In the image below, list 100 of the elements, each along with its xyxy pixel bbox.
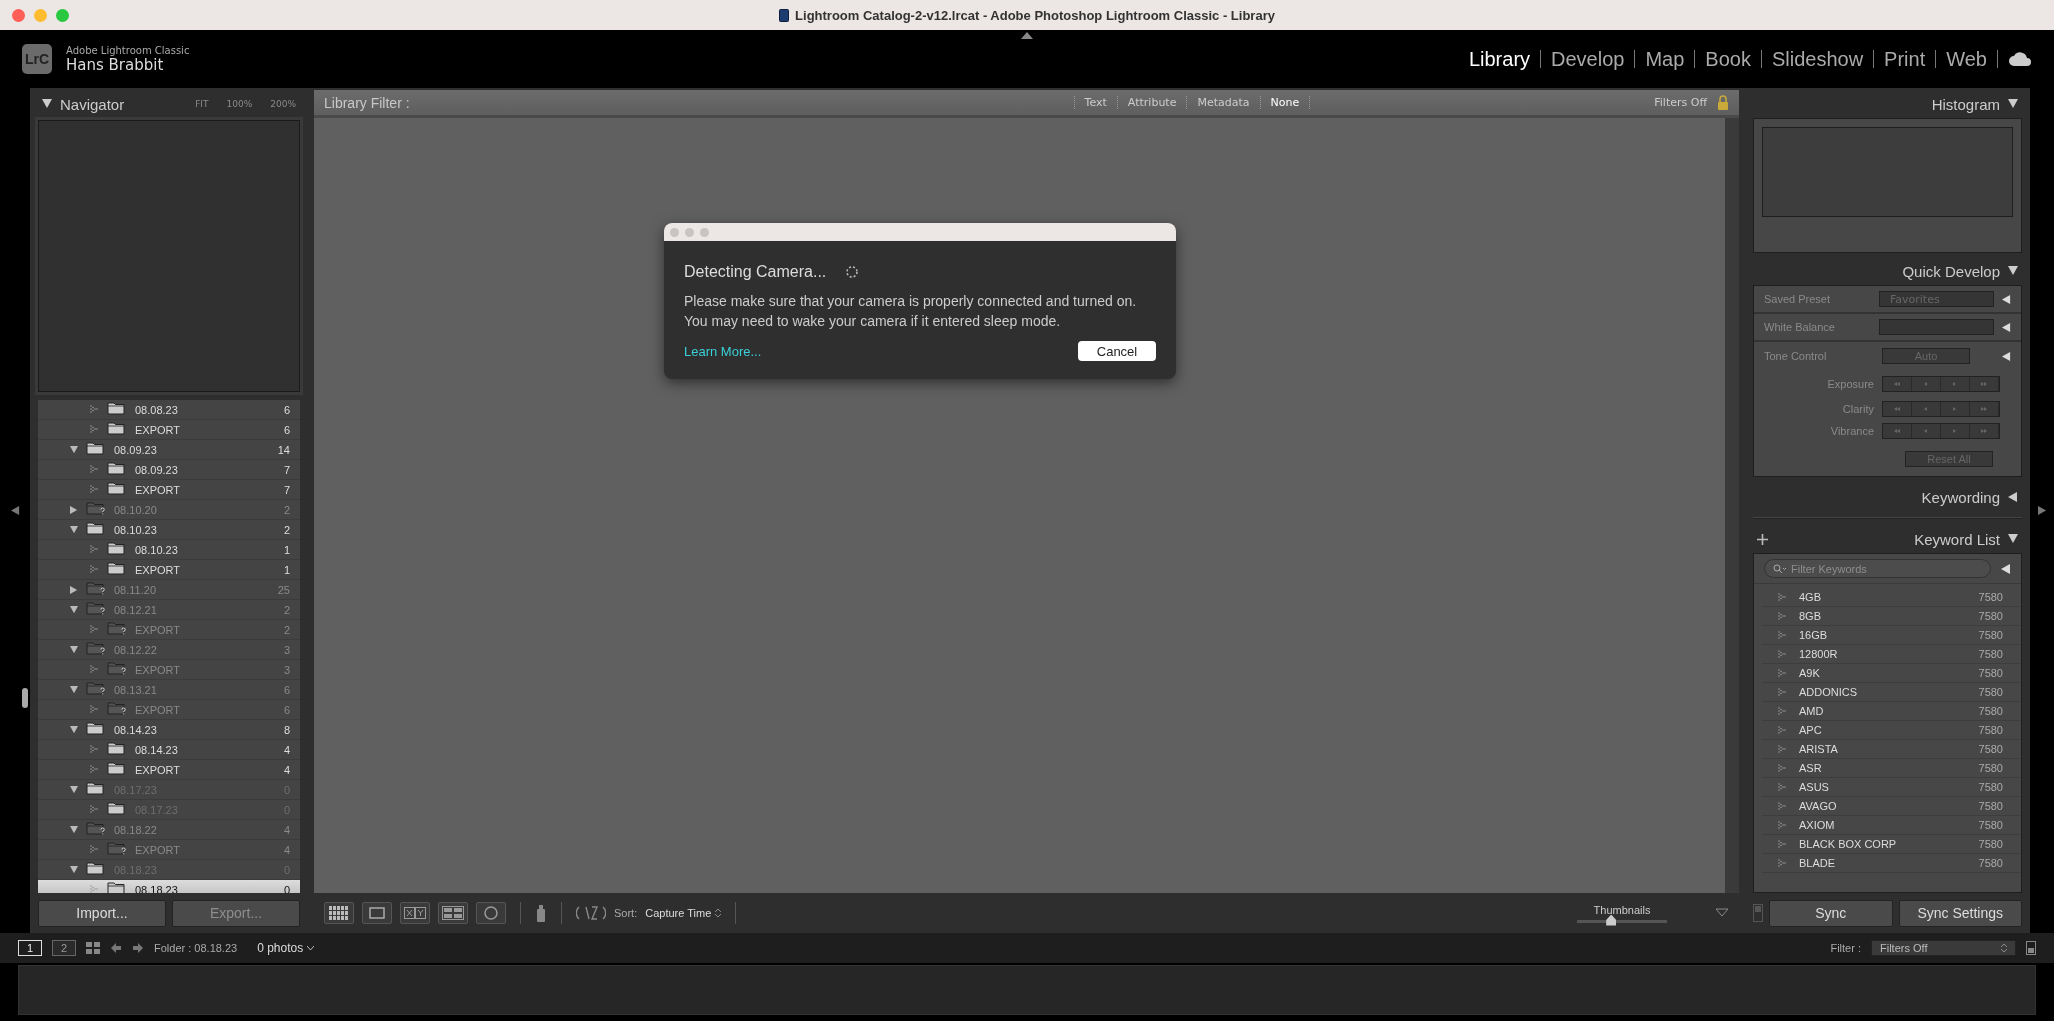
keyword-row[interactable]: AVAGO 7580: [1762, 797, 2021, 816]
disclosure-triangle-icon[interactable]: [70, 645, 78, 654]
leaf-arrow-icon[interactable]: [1778, 763, 1787, 773]
keyword-search-box[interactable]: Filter Keywords: [1764, 559, 1991, 578]
filter-tab[interactable]: Metadata: [1186, 96, 1260, 109]
cloud-icon[interactable]: [2008, 51, 2032, 67]
disclosure-triangle-icon[interactable]: [70, 445, 78, 454]
sync-settings-button[interactable]: Sync Settings: [1898, 899, 2022, 927]
leaf-arrow-icon[interactable]: [90, 545, 99, 554]
folder-row[interactable]: EXPORT 6: [38, 420, 300, 440]
folder-row[interactable]: 08.14.23 4: [38, 740, 300, 760]
scrollbar-thumb[interactable]: [22, 688, 28, 708]
keyword-row[interactable]: ADDONICS 7580: [1762, 683, 2021, 702]
forward-arrow-icon[interactable]: [132, 942, 144, 954]
leaf-arrow-icon[interactable]: [90, 765, 99, 774]
spray-can-icon[interactable]: [535, 903, 547, 923]
keyword-row[interactable]: AXIOM 7580: [1762, 816, 2021, 835]
folder-row[interactable]: EXPORT 1: [38, 560, 300, 580]
leaf-arrow-icon[interactable]: [1778, 801, 1787, 811]
adjustment-stepper[interactable]: [1882, 376, 2000, 392]
show-left-panel-icon[interactable]: [10, 506, 20, 515]
import-button[interactable]: Import...: [38, 899, 166, 927]
step-arrow-icon[interactable]: [1893, 428, 1901, 434]
folder-row[interactable]: 08.14.23 8: [38, 720, 300, 740]
balance-dropdown[interactable]: [1878, 319, 1994, 335]
folder-row[interactable]: 08.09.23 7: [38, 460, 300, 480]
collapse-triangle-icon[interactable]: [2008, 534, 2018, 544]
collapse-triangle-icon[interactable]: [2008, 266, 2018, 276]
folder-row[interactable]: EXPORT 7: [38, 480, 300, 500]
leaf-arrow-icon[interactable]: [90, 565, 99, 574]
step-arrow-icon[interactable]: [1922, 406, 1930, 412]
disclosure-triangle-icon[interactable]: [70, 605, 78, 614]
toolbar-menu-icon[interactable]: [1715, 908, 1729, 918]
keyword-row[interactable]: BLADE 7580: [1762, 854, 2021, 873]
step-arrow-icon[interactable]: [1893, 381, 1901, 387]
folder-row[interactable]: 08.10.23 1: [38, 540, 300, 560]
leaf-arrow-icon[interactable]: [90, 665, 99, 674]
module-tab[interactable]: Web: [1936, 47, 1997, 71]
leaf-arrow-icon[interactable]: [1778, 687, 1787, 697]
filter-tab[interactable]: Attribute: [1116, 96, 1187, 109]
keyword-row[interactable]: A9K 7580: [1762, 664, 2021, 683]
disclosure-triangle-icon[interactable]: [70, 505, 78, 514]
zoom-button[interactable]: [56, 8, 69, 22]
leaf-arrow-icon[interactable]: [1778, 858, 1787, 868]
survey-view-button[interactable]: [438, 902, 468, 924]
grid-icon[interactable]: [86, 942, 100, 954]
keyword-row[interactable]: APC 7580: [1762, 721, 2021, 740]
step-arrow-icon[interactable]: [1980, 406, 1988, 412]
module-tab[interactable]: Print: [1874, 47, 1936, 71]
disclosure-triangle-icon[interactable]: [70, 825, 78, 834]
disclosure-triangle-icon[interactable]: [70, 525, 78, 534]
photo-count-dropdown[interactable]: 0 photos: [257, 941, 315, 955]
leaf-arrow-icon[interactable]: [1778, 744, 1787, 754]
keyword-filter-field[interactable]: Filter Keywords: [1791, 562, 1990, 575]
step-arrow-icon[interactable]: [1922, 428, 1930, 434]
show-right-panel-icon[interactable]: [2037, 506, 2047, 515]
disclosure-triangle-icon[interactable]: [70, 685, 78, 694]
compare-view-button[interactable]: [400, 902, 430, 924]
folder-row[interactable]: EXPORT 4: [38, 760, 300, 780]
leaf-arrow-icon[interactable]: [1778, 592, 1787, 602]
zoom-option[interactable]: 100%: [226, 99, 253, 109]
collapse-triangle-icon[interactable]: [2008, 99, 2018, 109]
filmstrip-toggle-icon[interactable]: [2026, 941, 2036, 955]
people-view-button[interactable]: [476, 902, 506, 924]
sync-toggle-icon[interactable]: [1753, 904, 1763, 922]
filter-dropdown[interactable]: Filters Off: [1871, 940, 2016, 956]
add-keyword-icon[interactable]: [1757, 533, 1768, 545]
adjustment-stepper[interactable]: [1882, 423, 2000, 439]
leaf-arrow-icon[interactable]: [1778, 630, 1787, 640]
keyword-row[interactable]: BLACK BOX CORP 7580: [1762, 835, 2021, 854]
leaf-arrow-icon[interactable]: [1778, 706, 1787, 716]
keyword-row[interactable]: ASR 7580: [1762, 759, 2021, 778]
screen-button[interactable]: 1: [18, 940, 42, 956]
leaf-arrow-icon[interactable]: [90, 845, 99, 854]
leaf-arrow-icon[interactable]: [90, 625, 99, 634]
leaf-arrow-icon[interactable]: [90, 745, 99, 754]
loupe-view-button[interactable]: [362, 902, 392, 924]
cancel-button[interactable]: Cancel: [1078, 341, 1156, 361]
sort-dropdown[interactable]: Capture Time: [645, 907, 722, 919]
module-tab[interactable]: Library: [1458, 47, 1541, 71]
leaf-arrow-icon[interactable]: [1778, 611, 1787, 621]
leaf-arrow-icon[interactable]: [1778, 668, 1787, 678]
expand-triangle-icon[interactable]: [2002, 322, 2011, 332]
leaf-arrow-icon[interactable]: [90, 465, 99, 474]
module-tab[interactable]: Slideshow: [1761, 47, 1874, 71]
adjustment-stepper[interactable]: [1882, 401, 2000, 417]
grid-view-button[interactable]: [324, 902, 354, 924]
leaf-arrow-icon[interactable]: [1778, 649, 1787, 659]
keyword-row[interactable]: ASUS 7580: [1762, 778, 2021, 797]
expand-triangle-icon[interactable]: [2001, 563, 2011, 574]
minimize-button[interactable]: [34, 8, 47, 22]
folder-row[interactable]: 08.09.23 14: [38, 440, 300, 460]
disclosure-triangle-icon[interactable]: [70, 865, 78, 874]
collapse-triangle-icon[interactable]: [42, 99, 52, 109]
slider-thumb[interactable]: [1606, 914, 1617, 926]
close-button[interactable]: [12, 8, 25, 22]
module-tab[interactable]: Map: [1635, 47, 1695, 71]
collapse-arrow-icon[interactable]: [1021, 32, 1033, 39]
zoom-option[interactable]: 200%: [270, 99, 296, 109]
keyword-row[interactable]: ARISTA 7580: [1762, 740, 2021, 759]
